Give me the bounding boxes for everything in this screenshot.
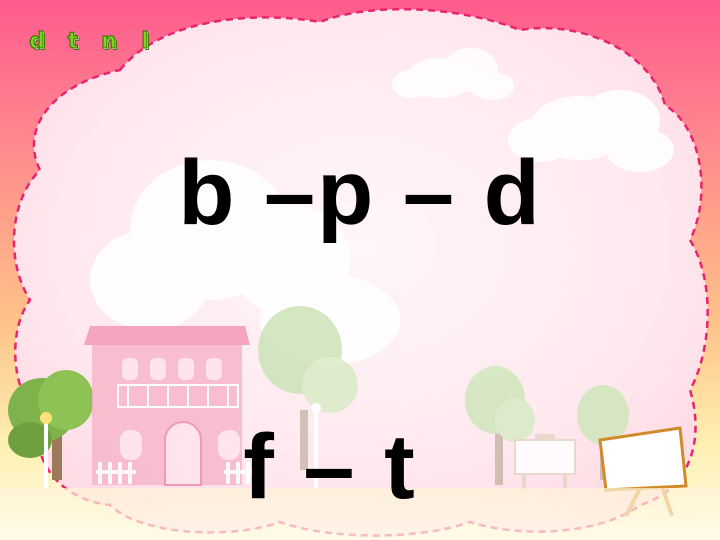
letter-pair-line-1: b –p – d: [178, 142, 542, 244]
slide: d t n l b –p – d f – t: [0, 0, 720, 540]
header-letter-l: l: [141, 29, 150, 54]
header-letter-n: n: [101, 29, 118, 54]
header-letter-d: d: [29, 29, 46, 54]
letter-pair-line-2: f – t: [243, 416, 417, 518]
header-letters: d t n l: [26, 29, 156, 56]
header-letter-t: t: [67, 29, 79, 54]
